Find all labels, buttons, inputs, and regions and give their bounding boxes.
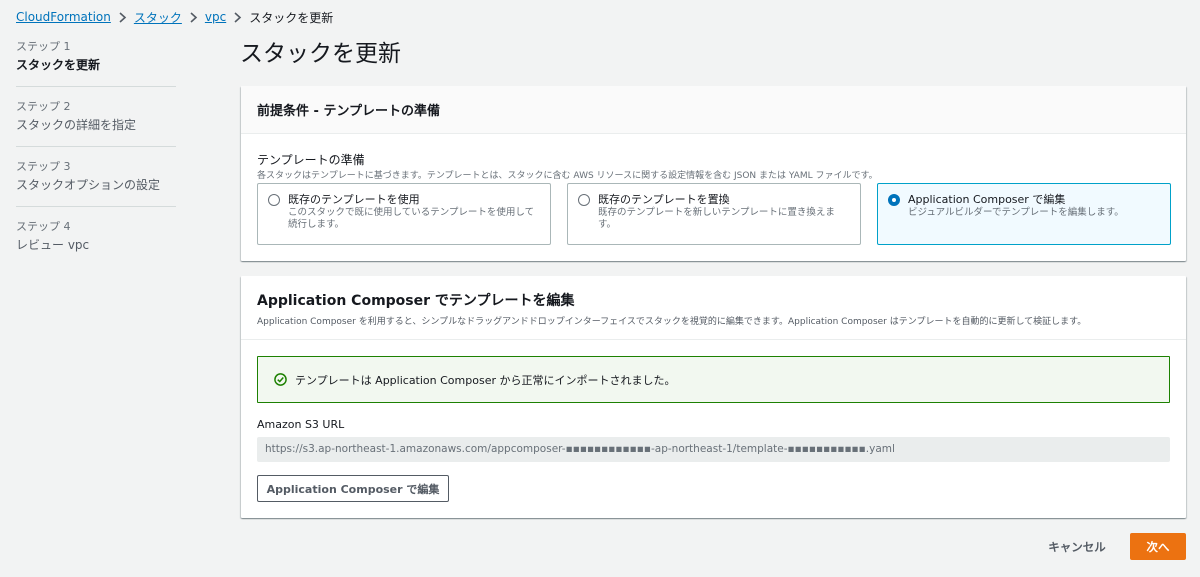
composer-header: Application Composer でテンプレートを編集 Applicat… (241, 276, 1186, 327)
wizard-step-3: ステップ 3 スタックオプションの設定 (16, 160, 176, 207)
prerequisite-header: 前提条件 - テンプレートの準備 (241, 86, 1186, 134)
application-composer-panel: Application Composer でテンプレートを編集 Applicat… (241, 276, 1186, 518)
breadcrumb-stacks[interactable]: スタック (134, 9, 182, 26)
success-message: テンプレートは Application Composer から正常にインポートさ… (295, 373, 676, 387)
option-description: ビジュアルビルダーでテンプレートを編集します。 (908, 207, 1124, 218)
step-number: ステップ 3 (16, 160, 71, 173)
breadcrumb-vpc[interactable]: vpc (205, 10, 226, 24)
option-title: Application Composer で編集 (908, 193, 1066, 206)
breadcrumb: CloudFormation スタック vpc スタックを更新 (16, 8, 333, 26)
wizard-step-2: ステップ 2 スタックの詳細を指定 (16, 100, 176, 147)
template-prep-label: テンプレートの準備 (257, 153, 365, 167)
next-button[interactable]: 次へ (1130, 533, 1186, 560)
composer-description: Application Composer を利用すると、シンプルなドラッグアンド… (257, 317, 1087, 327)
option-title: 既存のテンプレートを置換 (598, 193, 730, 206)
wizard-step-4: ステップ 4 レビュー vpc (16, 220, 176, 266)
wizard-steps: ステップ 1 スタックを更新 ステップ 2 スタックの詳細を指定 ステップ 3 … (16, 40, 176, 279)
step-name: レビュー vpc (16, 238, 90, 252)
s3-url-field[interactable] (257, 437, 1170, 462)
step-number: ステップ 4 (16, 220, 71, 233)
option-use-existing-template[interactable]: 既存のテンプレートを使用 このスタックで既に使用しているテンプレートを使用して続… (257, 183, 551, 245)
breadcrumb-cloudformation[interactable]: CloudFormation (16, 10, 111, 24)
s3-url-label: Amazon S3 URL (257, 418, 345, 431)
radio-button[interactable] (578, 194, 590, 206)
step-number: ステップ 2 (16, 100, 71, 113)
option-edit-in-application-composer[interactable]: Application Composer で編集 ビジュアルビルダーでテンプレー… (877, 183, 1171, 245)
prerequisite-title: 前提条件 - テンプレートの準備 (257, 104, 441, 119)
template-source-options: 既存のテンプレートを使用 このスタックで既に使用しているテンプレートを使用して続… (257, 183, 1171, 245)
option-description: 既存のテンプレートを新しいテンプレートに置き換えます。 (598, 207, 835, 230)
wizard-step-1: ステップ 1 スタックを更新 (16, 40, 176, 87)
divider (241, 339, 1186, 340)
step-name: スタックの詳細を指定 (16, 118, 137, 132)
import-success-alert: テンプレートは Application Composer から正常にインポートさ… (257, 356, 1170, 403)
option-title: 既存のテンプレートを使用 (288, 193, 420, 206)
option-replace-template[interactable]: 既存のテンプレートを置換 既存のテンプレートを新しいテンプレートに置き換えます。 (567, 183, 861, 245)
page-title: スタックを更新 (240, 41, 401, 67)
check-circle-icon (274, 373, 287, 386)
chevron-right-icon (189, 11, 198, 23)
option-description: このスタックで既に使用しているテンプレートを使用して続行します。 (288, 207, 535, 230)
chevron-right-icon (118, 11, 127, 23)
step-name: スタックを更新 (16, 58, 101, 72)
composer-title: Application Composer でテンプレートを編集 (257, 293, 575, 309)
step-number: ステップ 1 (16, 40, 71, 53)
step-name: スタックオプションの設定 (16, 178, 161, 192)
template-prep-description: 各スタックはテンプレートに基づきます。テンプレートとは、スタックに含む AWS … (257, 171, 878, 181)
edit-in-application-composer-button[interactable]: Application Composer で編集 (257, 475, 449, 502)
radio-button[interactable] (268, 194, 280, 206)
cancel-button[interactable]: キャンセル (1036, 533, 1118, 560)
radio-button-selected[interactable] (888, 194, 900, 206)
chevron-right-icon (233, 11, 242, 23)
breadcrumb-current: スタックを更新 (249, 10, 334, 25)
prerequisite-panel: 前提条件 - テンプレートの準備 テンプレートの準備 各スタックはテンプレートに… (241, 86, 1186, 261)
